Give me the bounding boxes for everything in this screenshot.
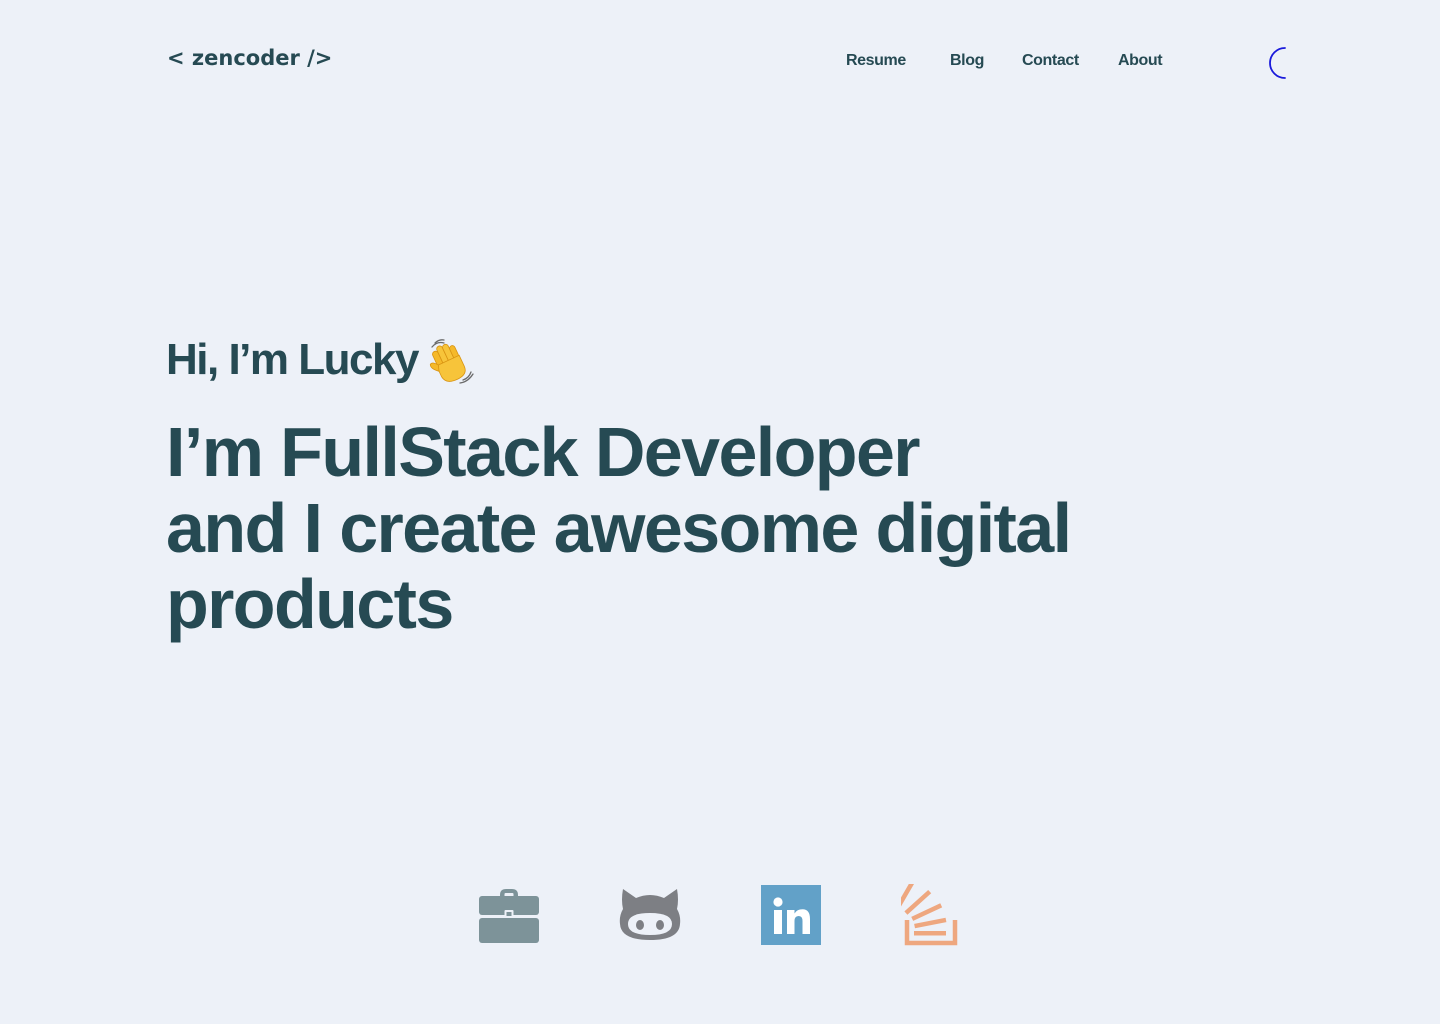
headline-line: I’m FullStack Developer	[166, 413, 921, 491]
moon-icon	[1269, 47, 1286, 79]
github-link[interactable]	[619, 884, 681, 946]
nav-link-blog[interactable]: Blog	[950, 52, 984, 70]
hero-headline: I’m FullStack Developer and I create awe…	[166, 414, 1266, 642]
nav-link-contact[interactable]: Contact	[1022, 52, 1079, 70]
linkedin-icon	[761, 885, 821, 945]
headline-line: and I create awesome digital	[166, 489, 1072, 567]
briefcase-icon	[479, 889, 539, 943]
headline-line: products	[166, 565, 454, 643]
nav-link-about[interactable]: About	[1118, 52, 1163, 70]
social-links	[0, 884, 1440, 946]
waving-hand-icon	[429, 339, 474, 384]
stackoverflow-link[interactable]	[901, 884, 963, 946]
nav-link-resume[interactable]: Resume	[846, 52, 906, 70]
linkedin-link[interactable]	[760, 884, 822, 946]
hero-greeting: Hi, I’m Lucky	[166, 335, 419, 384]
stackoverflow-icon	[901, 884, 958, 946]
theme-toggle-button[interactable]	[1262, 45, 1294, 81]
main-nav: Resume Blog Contact About	[0, 52, 1440, 74]
github-icon	[619, 889, 681, 940]
portfolio-link[interactable]	[478, 884, 540, 946]
